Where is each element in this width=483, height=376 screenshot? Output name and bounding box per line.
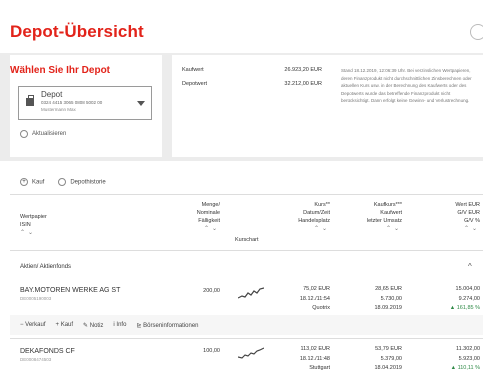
row-1-gv: 9.274,00 [458, 295, 480, 302]
refresh-icon [20, 130, 28, 138]
depot-number: 0324 4415 3065 0808 5002 00 [41, 100, 103, 105]
section-heading: Aktien/ Aktienfonds [20, 264, 72, 270]
row-2-gvp: 110,11 % [457, 365, 480, 371]
header-menge[interactable]: Menge/ Nominale Fälligkeit ⌃⌄ [168, 201, 220, 233]
refresh-button[interactable]: Aktualisieren [20, 130, 66, 138]
header-faelligkeit-label: Fälligkeit [198, 218, 220, 224]
header-gv-eur-label: G/V EUR [457, 210, 480, 216]
sort-icon[interactable]: ⌃⌄ [420, 225, 480, 233]
plus-icon: + [20, 178, 28, 186]
depot-actions: + Kauf Depothistorie [20, 178, 106, 186]
summary-info-text: Stand 18.12.2019, 12:06:39 Uhr. Bei verz… [341, 68, 472, 104]
row-2-datum: 18.12./11:48 [299, 355, 330, 362]
depot-label: Depot [41, 90, 63, 99]
verkauf-button[interactable]: − Verkauf [20, 322, 46, 329]
header-letzter-label: letzter Umsatz [366, 218, 402, 224]
header-kurschart: Kurschart [235, 237, 259, 243]
chevron-down-icon [137, 101, 145, 106]
briefcase-icon [26, 95, 34, 106]
kauf-label: Kauf [60, 322, 74, 328]
row-2-gvp-wrap: ▲ 110,11 % [450, 365, 480, 371]
depot-owner: Mustermann Max [41, 107, 76, 112]
row-1-kaufwert: 5.730,00 [380, 295, 402, 302]
boerse-label: Börseninformationen [143, 323, 199, 329]
depot-select-heading: Wählen Sie Ihr Depot [10, 65, 111, 76]
boerse-button[interactable]: ⊵ Börseninformationen [136, 322, 198, 329]
verkauf-label: Verkauf [25, 322, 46, 328]
row-2-isin: DE0008474503 [20, 357, 52, 362]
row-2-menge: 100,00 [203, 348, 220, 354]
historie-action-label: Depothistorie [70, 179, 106, 186]
info-label: Info [116, 322, 127, 328]
row-2-wert-value: 11.302,00 [455, 346, 480, 352]
header-kurs[interactable]: Kurs** Datum/Zeit Handelsplatz ⌃⌄ [270, 201, 330, 233]
info-button[interactable]: i Info [113, 322, 126, 329]
chevron-up-icon[interactable]: ^ [468, 262, 472, 271]
row-1-kurs: 75,02 EUR 18.12./11:54 Quotrix [270, 285, 330, 314]
row-1-kauf: 28,65 EUR 5.730,00 18.09.2019 [342, 285, 402, 314]
header-wert-label: Wert EUR [455, 202, 480, 208]
header-handelsplatz-label: Handelsplatz [298, 218, 330, 224]
row-1-sparkline-icon[interactable] [238, 286, 264, 300]
divider [10, 338, 483, 339]
refresh-label: Aktualisieren [32, 131, 67, 137]
header-kurs-label: Kurs** [314, 202, 330, 208]
row-2-wert: 11.302,00 5.923,00 ▲ 110,11 % [420, 345, 480, 374]
notiz-label: Notiz [89, 323, 104, 329]
row-1-gvp: 161,85 % [456, 305, 480, 311]
row-actions: − Verkauf + Kauf ✎ Notiz i Info ⊵ Börsen… [20, 322, 199, 329]
header-kaufkurs-label: Kaufkurs*** [373, 202, 402, 208]
row-1-umsatz: 18.09.2019 [374, 305, 402, 311]
sort-icon[interactable]: ⌃⌄ [20, 229, 47, 237]
header-wert[interactable]: Wert EUR G/V EUR G/V % ⌃⌄ [420, 201, 480, 233]
row-1-kaufkurs: 28,65 EUR [375, 286, 402, 292]
header-wertpapier-label: Wertpapier [20, 214, 47, 220]
depotwert-label: Depotwert [182, 81, 208, 87]
page-title: Depot-Übersicht [10, 22, 144, 41]
divider [10, 250, 483, 251]
row-2-platz: Stuttgart [309, 365, 330, 371]
row-2-kurs-value: 113,02 EUR [300, 346, 330, 352]
help-icon[interactable] [470, 24, 483, 40]
row-2-kaufkurs: 53,79 EUR [375, 346, 402, 352]
header-kaufwert-label: Kaufwert [380, 210, 402, 216]
sort-icon[interactable]: ⌃⌄ [342, 225, 402, 233]
kaufwert-label: Kaufwert [182, 67, 204, 73]
row-2-name[interactable]: DEKAFONDS CF [20, 348, 75, 355]
header-datum-label: Datum/Zeit [303, 210, 330, 216]
row-2-kurs: 113,02 EUR 18.12./11:48 Stuttgart [270, 345, 330, 374]
kauf-button[interactable]: + Kauf [56, 322, 74, 329]
sort-icon[interactable]: ⌃⌄ [168, 225, 220, 233]
header-gv-pct-label: G/V % [464, 218, 480, 224]
row-1-menge: 200,00 [203, 288, 220, 294]
row-1-name[interactable]: BAY.MOTOREN WERKE AG ST [20, 287, 120, 294]
history-icon [58, 178, 67, 186]
depot-dropdown[interactable]: Depot 0324 4415 3065 0808 5002 00 Muster… [18, 86, 152, 120]
kauf-action-label: Kauf [32, 179, 45, 186]
row-2-umsatz: 18.04.2019 [374, 365, 402, 371]
divider [10, 194, 483, 195]
row-2-gv: 5.923,00 [458, 355, 480, 362]
kauf-action[interactable]: + Kauf [20, 178, 44, 186]
row-1-gvp-wrap: ▲ 161,85 % [449, 305, 480, 311]
header-nominale-label: Nominale [196, 210, 220, 216]
kaufwert-value: 26.923,20 EUR [284, 67, 322, 73]
row-2-sparkline-icon[interactable] [238, 346, 264, 360]
historie-action[interactable]: Depothistorie [58, 178, 106, 186]
row-1-isin: DE0005190003 [20, 296, 52, 301]
header-isin-label: ISIN [20, 222, 31, 228]
depotwert-value: 32.212,00 EUR [284, 81, 322, 87]
notiz-button[interactable]: ✎ Notiz [83, 322, 103, 329]
row-1-wert: 15.004,00 9.274,00 ▲ 161,85 % [420, 285, 480, 314]
header-wertpapier[interactable]: Wertpapier ISIN ⌃⌄ [20, 213, 47, 237]
row-1-platz: Quotrix [312, 305, 330, 311]
row-1-wert-value: 15.004,00 [455, 286, 480, 292]
sort-icon[interactable]: ⌃⌄ [270, 225, 330, 233]
row-2-kauf: 53,79 EUR 5.379,00 18.04.2019 [342, 345, 402, 374]
row-1-kurs-value: 75,02 EUR [303, 286, 330, 292]
row-2-kaufwert: 5.379,00 [380, 355, 402, 362]
row-1-datum: 18.12./11:54 [299, 295, 330, 302]
header-kaufkurs[interactable]: Kaufkurs*** Kaufwert letzter Umsatz ⌃⌄ [342, 201, 402, 233]
header-menge-label: Menge/ [201, 202, 220, 208]
